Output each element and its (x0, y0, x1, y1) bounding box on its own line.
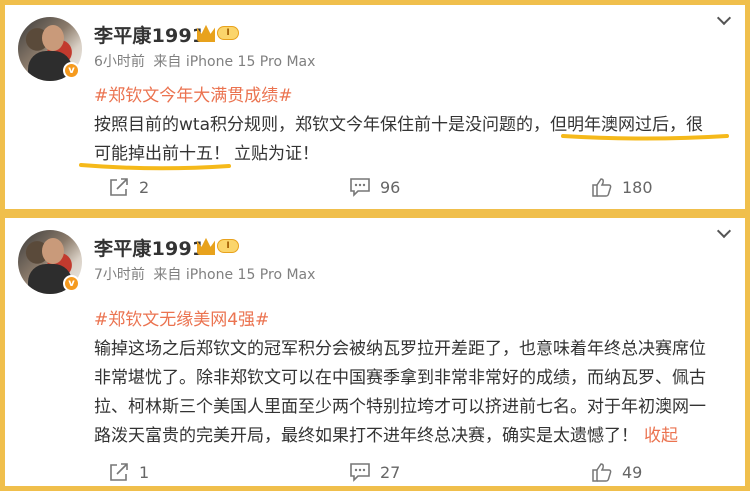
post-meta: 6小时前 来自 iPhone 15 Pro Max (94, 51, 315, 71)
comment-count: 96 (380, 177, 401, 197)
post-source: 来自 iPhone 15 Pro Max (153, 54, 316, 70)
post-body: #郑钦文无缘美网4强# 输掉这场之后郑钦文的冠军积分会被纳瓦罗拉开差距了，也意味… (94, 306, 734, 451)
collapse-link[interactable]: 收起 (644, 426, 678, 446)
post-meta: 7小时前 来自 iPhone 15 Pro Max (94, 264, 315, 284)
like-button[interactable]: 49 (591, 458, 642, 486)
post-text: 立贴为证！ (234, 144, 319, 164)
avatar-face (42, 238, 64, 264)
repost-count: 1 (139, 462, 150, 482)
comment-button[interactable]: 27 (349, 458, 400, 486)
hashtag-link[interactable]: #郑钦文今年大满贯成绩# (94, 86, 293, 106)
post-text: 按照目前的wta积分规则，郑钦文今年保住前十是没问题的， (94, 115, 550, 135)
chevron-down-icon[interactable] (716, 10, 732, 26)
verified-badge-icon: v (63, 62, 80, 79)
post-text-line: 路泼天富贵的完美开局，最终如果打不进年终总决赛，确实是太遗憾了！ (94, 426, 638, 446)
post-source: 来自 iPhone 15 Pro Max (153, 267, 316, 283)
post-text-line: 拉、柯林斯三个美国人里面至少两个特别拉垮才可以挤进前七名。对于年初澳网一 (94, 397, 706, 417)
weibo-post: v 李平康1991 I 7小时前 来自 iPhone 15 Pro Max #郑… (5, 218, 745, 486)
crown-icon (197, 24, 215, 42)
like-button[interactable]: 180 (591, 173, 653, 201)
username[interactable]: 李平康1991 (94, 234, 205, 261)
post-text-highlighted: 可能掉出前十五！ (94, 144, 230, 164)
action-bar: 1 27 49 (5, 458, 745, 486)
like-count: 180 (622, 177, 653, 197)
post-text-line: 输掉这场之后郑钦文的冠军积分会被纳瓦罗拉开差距了，也意味着年终总决赛席位 (94, 339, 706, 359)
level-badge-label: I (217, 26, 239, 40)
comment-icon (350, 178, 370, 197)
level-badge-icon: I (197, 237, 241, 255)
post-text-line: 非常堪忧了。除非郑钦文可以在中国赛季拿到非常非常好的成绩，而纳瓦罗、佩古 (94, 368, 706, 388)
level-badge-icon: I (197, 24, 241, 42)
repost-button[interactable]: 2 (108, 173, 149, 201)
post-body: #郑钦文今年大满贯成绩# 按照目前的wta积分规则，郑钦文今年保住前十是没问题的… (94, 82, 734, 169)
avatar-face (42, 25, 64, 51)
action-bar: 2 96 180 (5, 173, 745, 201)
like-count: 49 (622, 462, 643, 482)
weibo-post: v 李平康1991 I 6小时前 来自 iPhone 15 Pro Max #郑… (5, 5, 745, 209)
comment-button[interactable]: 96 (349, 173, 400, 201)
thumbs-up-icon (592, 463, 612, 482)
hashtag-link[interactable]: #郑钦文无缘美网4强# (94, 310, 269, 330)
repost-icon (110, 178, 128, 196)
chevron-down-icon[interactable] (716, 223, 732, 239)
crown-icon (197, 237, 215, 255)
level-badge-label: I (217, 239, 239, 253)
repost-icon (110, 463, 128, 481)
repost-count: 2 (139, 177, 150, 197)
repost-button[interactable]: 1 (108, 458, 149, 486)
username[interactable]: 李平康1991 (94, 21, 205, 48)
post-text-highlighted: 但明年澳网过后，很 (550, 115, 703, 135)
post-time[interactable]: 7小时前 (94, 267, 145, 283)
comment-icon (350, 463, 370, 482)
verified-badge-icon: v (63, 275, 80, 292)
comment-count: 27 (380, 462, 401, 482)
post-time[interactable]: 6小时前 (94, 54, 145, 70)
thumbs-up-icon (592, 178, 612, 197)
